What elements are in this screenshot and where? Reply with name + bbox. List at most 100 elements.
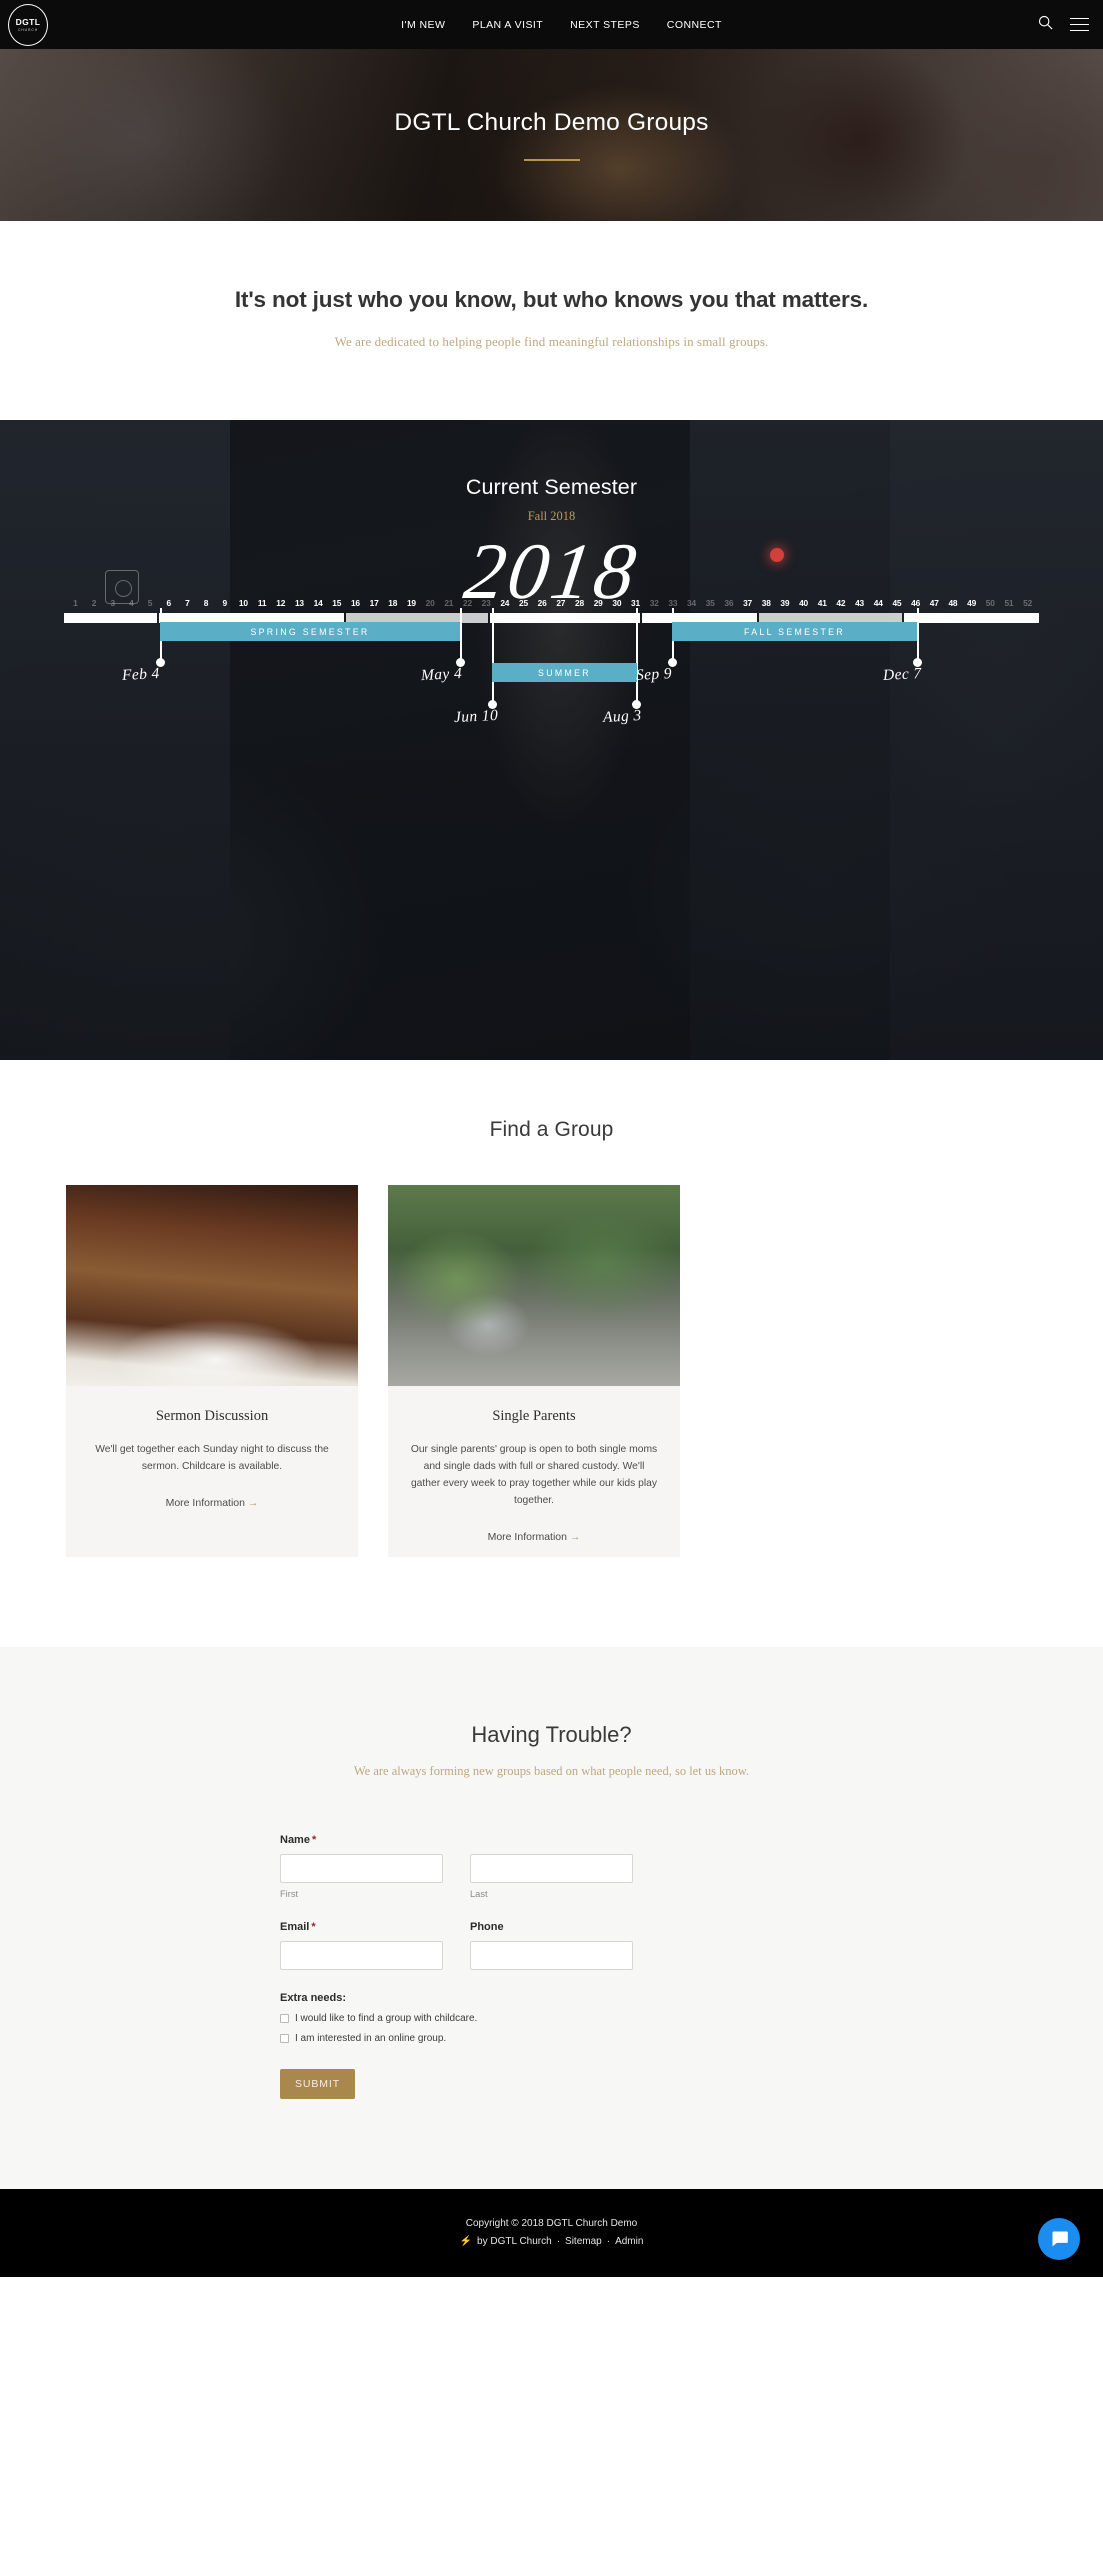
nav-item-plan-a-visit[interactable]: PLAN A VISIT <box>472 19 543 31</box>
week-number-7: 7 <box>185 598 190 608</box>
find-a-group-section: Find a Group Sermon Discussion We'll get… <box>0 1060 1103 1647</box>
checkbox-row-online-group[interactable]: I am interested in an online group. <box>280 2033 832 2044</box>
bar-fall-semester: FALL SEMESTER <box>672 622 917 641</box>
submit-button[interactable]: SUBMIT <box>280 2068 356 2099</box>
first-name-input[interactable] <box>280 1853 443 1883</box>
checkbox-label-childcare[interactable]: I would like to find a group with childc… <box>295 2013 477 2024</box>
week-number-48: 48 <box>948 598 958 608</box>
week-number-27: 27 <box>556 598 566 608</box>
last-name-input[interactable] <box>470 1853 633 1883</box>
week-number-9: 9 <box>222 598 227 608</box>
week-number-19: 19 <box>406 598 416 608</box>
track-segment-7 <box>904 613 1039 623</box>
week-number-5: 5 <box>147 598 153 608</box>
week-number-49: 49 <box>967 598 977 608</box>
marker-date-sep-9: Sep 9 <box>635 665 673 684</box>
footer-separator: · <box>606 2236 611 2248</box>
logo-subtext: CHURCH <box>17 27 39 32</box>
week-number-1: 1 <box>73 598 78 608</box>
checkbox-label-online-group[interactable]: I am interested in an online group. <box>295 2033 446 2044</box>
group-card-image <box>388 1185 680 1386</box>
week-number-38: 38 <box>761 598 771 608</box>
footer-link-by-dgtl-church[interactable]: by DGTL Church <box>477 2236 552 2247</box>
footer-separator: · <box>556 2236 561 2248</box>
week-number-35: 35 <box>705 598 715 608</box>
checkbox-childcare[interactable] <box>280 2013 289 2023</box>
week-number-39: 39 <box>780 598 790 608</box>
week-number-10: 10 <box>238 598 248 608</box>
checkbox-online-group[interactable] <box>280 2033 289 2043</box>
more-information-label: More Information <box>487 1530 567 1543</box>
form-heading: Having Trouble? <box>471 1721 632 1747</box>
phone-input[interactable] <box>470 1940 633 1970</box>
hamburger-menu-icon[interactable] <box>1070 17 1089 32</box>
logo-wordmark: DGTL <box>15 17 41 28</box>
extra-needs-label: Extra needs: <box>280 1991 347 2004</box>
group-card-single-parents[interactable]: Single Parents Our single parents' group… <box>388 1185 680 1557</box>
email-input[interactable] <box>280 1940 443 1970</box>
name-label-text: Name <box>280 1833 310 1846</box>
group-card-sermon-discussion[interactable]: Sermon Discussion We'll get together eac… <box>66 1185 358 1557</box>
week-number-29: 29 <box>593 598 603 608</box>
week-number-36: 36 <box>724 598 734 608</box>
hero-banner: DGTL Church Demo Groups <box>0 49 1103 221</box>
semester-subheading: Fall 2018 <box>527 509 576 523</box>
copyright-text: Copyright © 2018 DGTL Church Demo <box>465 2218 638 2230</box>
more-information-link[interactable]: More Information → <box>488 1531 581 1543</box>
primary-nav-links: I'M NEW PLAN A VISIT NEXT STEPS CONNECT <box>381 19 722 31</box>
week-number-11: 11 <box>257 598 267 608</box>
first-name-sublabel: First <box>280 1888 299 1899</box>
more-information-link[interactable]: More Information → <box>166 1497 259 1509</box>
week-number-33: 33 <box>668 598 678 608</box>
extra-needs-group: Extra needs: I would like to find a grou… <box>280 1992 832 2044</box>
group-card-image <box>66 1185 358 1386</box>
phone-field-label: Phone <box>470 1920 504 1933</box>
intro-section: It's not just who you know, but who know… <box>0 221 1103 420</box>
search-icon[interactable] <box>1038 15 1053 35</box>
week-number-23: 23 <box>481 598 491 608</box>
email-field-label: Email * <box>280 1921 443 1933</box>
marker-date-dec-7: Dec 7 <box>882 665 922 684</box>
week-number-18: 18 <box>388 598 398 608</box>
group-card-title: Single Parents <box>492 1408 576 1424</box>
week-number-44: 44 <box>873 598 883 608</box>
nav-item-next-steps[interactable]: NEXT STEPS <box>570 19 640 31</box>
bar-summer: SUMMER <box>492 663 637 682</box>
week-number-15: 15 <box>332 598 342 608</box>
footer-link-admin[interactable]: Admin <box>615 2236 643 2247</box>
week-number-3: 3 <box>110 598 115 608</box>
week-number-25: 25 <box>519 598 528 608</box>
semester-heading: Current Semester <box>465 475 638 499</box>
chat-bubble-icon[interactable] <box>1038 2217 1080 2260</box>
week-number-28: 28 <box>575 598 584 608</box>
week-number-30: 30 <box>612 598 622 608</box>
page-title: DGTL Church Demo Groups <box>394 109 709 137</box>
week-number-8: 8 <box>203 598 209 608</box>
week-number-42: 42 <box>836 598 846 608</box>
nav-item-connect[interactable]: CONNECT <box>667 19 722 31</box>
week-number-50: 50 <box>985 598 995 608</box>
last-name-sublabel: Last <box>470 1888 488 1899</box>
week-number-17: 17 <box>369 598 379 608</box>
week-number-24: 24 <box>500 598 510 608</box>
arrow-right-icon: → <box>247 1496 259 1509</box>
week-number-13: 13 <box>294 598 304 608</box>
week-number-37: 37 <box>743 598 752 608</box>
week-number-16: 16 <box>350 598 360 608</box>
week-number-31: 31 <box>631 598 640 608</box>
week-number-41: 41 <box>817 598 827 608</box>
contact-form-section: Having Trouble? We are always forming ne… <box>0 1646 1103 2189</box>
site-logo[interactable]: DGTL CHURCH <box>8 4 48 46</box>
checkbox-row-childcare[interactable]: I would like to find a group with childc… <box>280 2013 832 2024</box>
intro-subheading: We are dedicated to helping people find … <box>334 334 769 349</box>
week-number-52: 52 <box>1023 598 1033 608</box>
nav-item-im-new[interactable]: I'M NEW <box>401 19 445 31</box>
semester-timeline: 1 2 3 4 5 6 7 8 9 10 11 12 13 14 15 16 17 18 19 20 21 22 23 24 2… <box>64 598 1039 726</box>
marker-date-jun-10: Jun 10 <box>453 706 499 727</box>
group-card-title: Sermon Discussion <box>155 1408 269 1424</box>
top-navigation-bar: DGTL CHURCH I'M NEW PLAN A VISIT NEXT ST… <box>0 0 1103 49</box>
site-footer: Copyright © 2018 DGTL Church Demo ⚡ by D… <box>0 2188 1103 2277</box>
week-number-20: 20 <box>425 598 435 608</box>
footer-link-sitemap[interactable]: Sitemap <box>565 2236 602 2247</box>
stem-dec7 <box>917 608 919 662</box>
